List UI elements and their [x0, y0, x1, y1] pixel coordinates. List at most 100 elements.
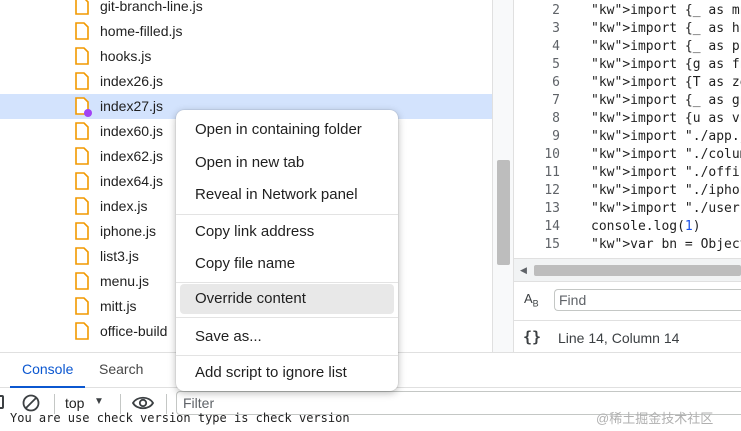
menu-item-override-content[interactable]: Override content [180, 284, 394, 314]
code-line: 12 "kw">import "./iphone.js [514, 183, 741, 201]
code-line: 13 "kw">import "./user-3-fi [514, 201, 741, 219]
menu-item-label: Save as... [195, 328, 262, 345]
menu-item-label: Copy file name [195, 255, 296, 272]
code-line: 4 "kw">import {_ as pn} fr [514, 39, 741, 57]
file-name: git-branch-line.js [100, 0, 203, 14]
code-line: 14 console.log(1) [514, 219, 741, 237]
code-text: "kw">import "./app.js"; [591, 129, 741, 144]
dropdown-arrow-icon[interactable]: ▼ [94, 396, 104, 407]
menu-item-label: Add script to ignore list [195, 364, 347, 381]
menu-item-open-in-new-tab[interactable]: Open in new tab [180, 148, 394, 178]
tab-console[interactable]: Console [22, 361, 73, 377]
code-line: 2 "kw">import {_ as mn} fr [514, 3, 741, 21]
menu-separator [176, 355, 398, 356]
clear-console-icon[interactable] [22, 394, 40, 412]
code-line: 5 "kw">import {g as fn} fr [514, 57, 741, 75]
file-row[interactable]: index26.js [0, 69, 492, 94]
code-text: "kw">import {_ as pn} fr [591, 39, 741, 54]
menu-item-label: Copy link address [195, 223, 315, 240]
menu-separator [176, 317, 398, 318]
eye-icon[interactable] [132, 395, 154, 411]
file-name: menu.js [100, 273, 150, 289]
js-file-icon [75, 0, 89, 15]
scroll-left-icon[interactable]: ◀ [520, 265, 527, 276]
line-number: 14 [544, 219, 560, 234]
menu-item-open-in-containing-folder[interactable]: Open in containing folder [180, 115, 394, 145]
code-text: "kw">import {_ as hn} fr [591, 21, 741, 36]
file-name: index62.js [100, 148, 164, 164]
sidebar-toggle-icon[interactable] [0, 395, 4, 409]
js-file-icon [75, 147, 89, 165]
line-number: 3 [552, 21, 560, 36]
code-horizontal-scrollbar[interactable]: ◀ [514, 258, 741, 281]
pretty-print-braces-icon[interactable]: {} [523, 328, 541, 346]
js-file-icon [75, 172, 89, 190]
code-horizontal-scrollbar-thumb[interactable] [534, 265, 741, 276]
menu-item-copy-file-name[interactable]: Copy file name [180, 249, 394, 279]
menu-separator [176, 214, 398, 215]
menu-item-label: Override content [195, 290, 306, 307]
code-text: "kw">import {g as fn} fr [591, 57, 741, 72]
menu-item-save-as[interactable]: Save as... [180, 322, 394, 352]
line-number: 10 [544, 147, 560, 162]
menu-item-reveal-in-network-panel[interactable]: Reveal in Network panel [180, 180, 394, 210]
menu-item-label: Open in containing folder [195, 121, 362, 138]
file-row[interactable]: git-branch-line.js [0, 0, 492, 19]
find-input[interactable] [554, 289, 741, 311]
code-line: 7 "kw">import {_ as gn} fr [514, 93, 741, 111]
code-line: 8 "kw">import {u as vn} fr [514, 111, 741, 129]
line-number: 12 [544, 183, 560, 198]
file-name: hooks.js [100, 48, 152, 64]
file-name: index60.js [100, 123, 164, 139]
match-case-icon[interactable]: AB [524, 291, 539, 309]
js-file-icon [75, 272, 89, 290]
js-file-icon [75, 122, 89, 140]
file-name: home-filled.js [100, 23, 183, 39]
file-name: index.js [100, 198, 148, 214]
code-line: 3 "kw">import {_ as hn} fr [514, 21, 741, 39]
tree-scrollbar-thumb[interactable] [497, 160, 510, 265]
file-row[interactable]: hooks.js [0, 44, 492, 69]
menu-item-copy-link-address[interactable]: Copy link address [180, 217, 394, 247]
js-file-icon [75, 297, 89, 315]
file-row[interactable]: home-filled.js [0, 19, 492, 44]
override-indicator-dot [84, 109, 92, 117]
js-file-icon [75, 247, 89, 265]
menu-item-label: Reveal in Network panel [195, 186, 358, 203]
line-number: 8 [552, 111, 560, 126]
editor-status-bar: {} Line 14, Column 14 [514, 320, 741, 354]
cursor-position: Line 14, Column 14 [558, 330, 680, 346]
menu-item-add-script-to-ignore-list[interactable]: Add script to ignore list [180, 358, 394, 388]
find-bar: AB [514, 281, 741, 320]
file-name: index27.js [100, 98, 164, 114]
tab-search[interactable]: Search [99, 361, 143, 377]
js-file-icon [75, 322, 89, 340]
js-file-icon [75, 197, 89, 215]
context-menu: Open in containing folder Open in new ta… [176, 110, 398, 391]
code-text: "kw">import {_ as mn} fr [591, 3, 741, 18]
line-number: 7 [552, 93, 560, 108]
code-text: "kw">import "./iphone.js [591, 183, 741, 198]
code-editor[interactable]: 2 "kw">import {_ as mn} fr 3 "kw">import {… [514, 0, 741, 258]
code-text: "kw">import {u as vn} fr [591, 111, 741, 126]
line-number: 4 [552, 39, 560, 54]
code-text: "kw">import "./user-3-fi [591, 201, 741, 216]
js-file-icon [75, 47, 89, 65]
file-name: index64.js [100, 173, 164, 189]
code-text: "kw">import "./office-bu [591, 165, 741, 180]
menu-item-label: Open in new tab [195, 154, 305, 171]
code-text: "kw">var bn = Object.def [591, 237, 741, 252]
code-text: "kw">import {T as ze} fr [591, 75, 741, 90]
line-number: 9 [552, 129, 560, 144]
line-number: 6 [552, 75, 560, 90]
context-selector[interactable]: top [65, 395, 84, 411]
code-line: 6 "kw">import {T as ze} fr [514, 75, 741, 93]
line-number: 2 [552, 3, 560, 18]
file-name: index26.js [100, 73, 164, 89]
file-name: iphone.js [100, 223, 157, 239]
code-line: 11 "kw">import "./office-bu [514, 165, 741, 183]
code-text: console.log(1) [591, 219, 701, 234]
tree-scrollbar[interactable] [492, 0, 514, 352]
line-number: 13 [544, 201, 560, 216]
js-file-icon [75, 22, 89, 40]
